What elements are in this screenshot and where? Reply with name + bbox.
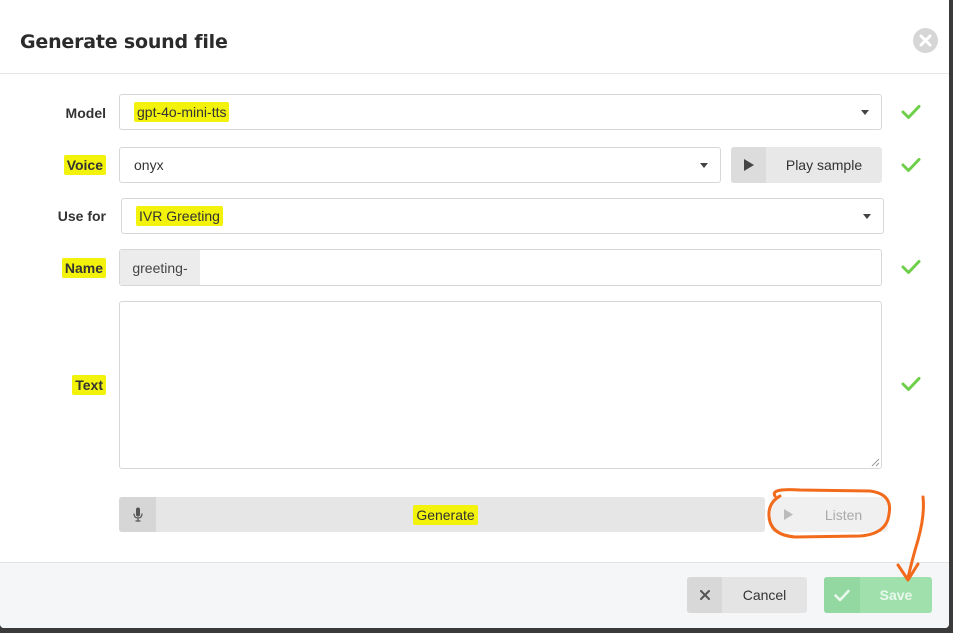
play-sample-label: Play sample bbox=[785, 157, 863, 173]
play-sample-button[interactable]: Play sample bbox=[731, 147, 882, 183]
play-icon bbox=[783, 509, 793, 520]
model-label: Model bbox=[65, 105, 106, 121]
use-for-label: Use for bbox=[57, 208, 106, 224]
voice-label: Voice bbox=[6, 155, 106, 175]
text-input[interactable] bbox=[119, 301, 882, 469]
dialog-header: Generate sound file bbox=[0, 0, 949, 74]
x-icon bbox=[699, 590, 710, 600]
listen-label: Listen bbox=[824, 506, 863, 523]
model-value: gpt-4o-mini-tts bbox=[134, 102, 230, 122]
check-icon bbox=[901, 105, 921, 119]
chevron-down-icon bbox=[863, 214, 871, 219]
voice-select[interactable]: onyx bbox=[119, 147, 721, 183]
model-select[interactable]: gpt-4o-mini-tts bbox=[119, 94, 882, 130]
cancel-label: Cancel bbox=[742, 587, 787, 603]
text-label: Text bbox=[6, 375, 106, 395]
voice-value: onyx bbox=[134, 157, 164, 173]
check-icon bbox=[901, 158, 921, 172]
dialog-title: Generate sound file bbox=[20, 31, 228, 53]
check-icon bbox=[901, 260, 921, 274]
save-label: Save bbox=[879, 587, 913, 603]
name-input[interactable] bbox=[200, 250, 881, 285]
use-for-select[interactable]: IVR Greeting bbox=[121, 198, 884, 234]
play-icon bbox=[743, 159, 754, 171]
close-button[interactable] bbox=[913, 28, 938, 53]
name-field: greeting- bbox=[119, 249, 882, 286]
chevron-down-icon bbox=[861, 110, 869, 115]
resize-handle-icon[interactable] bbox=[870, 457, 880, 467]
save-button[interactable]: Save bbox=[824, 577, 932, 613]
close-icon bbox=[919, 34, 932, 47]
name-label: Name bbox=[6, 258, 106, 278]
generate-sound-dialog: Generate sound file Model gpt-4o-mini-tt… bbox=[0, 0, 949, 628]
name-prefix: greeting- bbox=[120, 250, 200, 285]
cancel-button[interactable]: Cancel bbox=[687, 577, 807, 613]
generate-label: Generate bbox=[413, 504, 478, 525]
chevron-down-icon bbox=[700, 163, 708, 168]
check-icon bbox=[901, 377, 921, 391]
use-for-value: IVR Greeting bbox=[136, 206, 223, 226]
listen-button[interactable]: Listen bbox=[771, 497, 888, 532]
microphone-icon bbox=[132, 507, 143, 522]
check-icon bbox=[834, 589, 850, 601]
generate-button[interactable]: Generate bbox=[119, 497, 765, 532]
